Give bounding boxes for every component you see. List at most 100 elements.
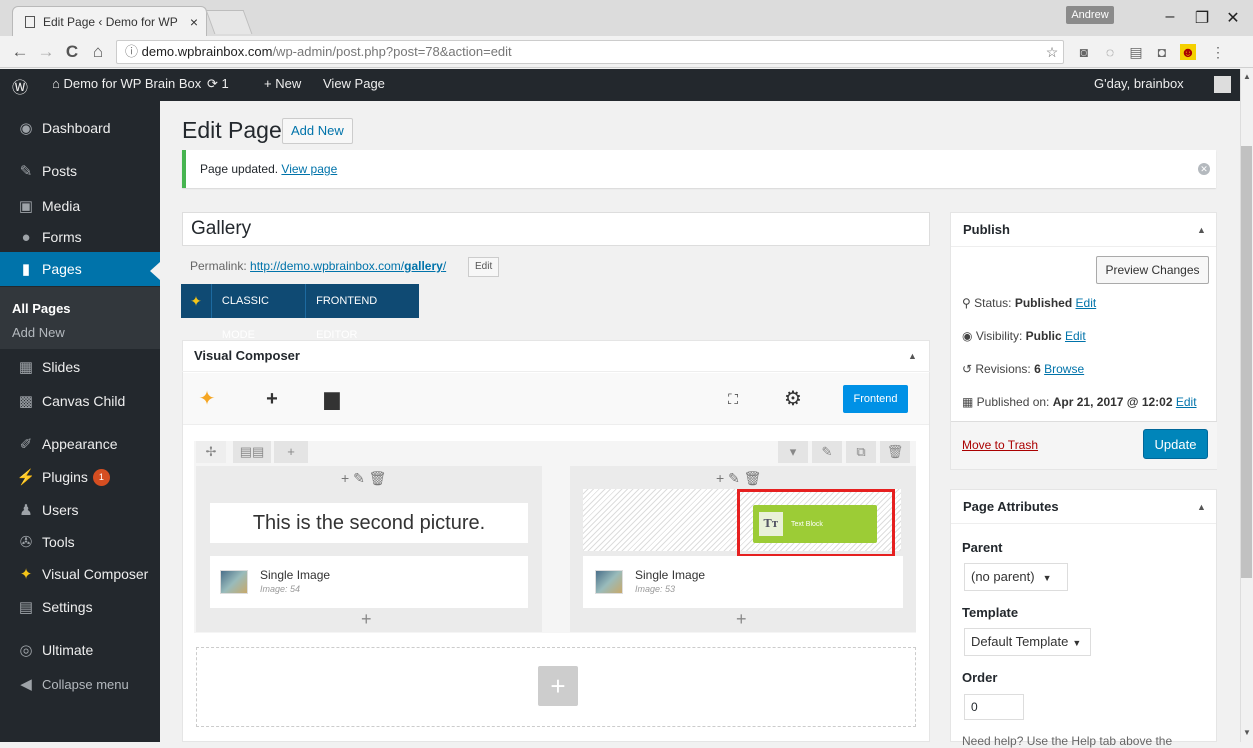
update-button[interactable]: Update bbox=[1143, 429, 1208, 459]
order-input[interactable]: 0 bbox=[964, 694, 1024, 720]
template-select[interactable]: Default Template ▼ bbox=[964, 628, 1091, 656]
profile-badge[interactable]: Andrew bbox=[1066, 6, 1114, 24]
url-field[interactable]: ⓘ demo.wpbrainbox.com/wp-admin/post.php?… bbox=[116, 40, 1064, 64]
wordpress-icon[interactable]: Ⓦ bbox=[12, 74, 28, 98]
status-edit-link[interactable]: Edit bbox=[1076, 296, 1097, 310]
collapse-caret-icon[interactable]: ▲ bbox=[1197, 490, 1206, 524]
row-layout-icon[interactable]: ▤▤ bbox=[233, 441, 271, 463]
view-page-link[interactable]: View Page bbox=[323, 76, 385, 91]
add-new-button[interactable]: Add New bbox=[282, 118, 353, 144]
sidebar-item-visual-composer[interactable]: ✦ Visual Composer bbox=[0, 557, 160, 591]
info-icon[interactable]: ⓘ bbox=[125, 44, 138, 59]
sidebar-item-pages[interactable]: ▮ Pages bbox=[0, 252, 160, 286]
add-element-icon[interactable]: + bbox=[253, 380, 291, 418]
row-clone-icon[interactable]: ⧉ bbox=[846, 441, 876, 463]
classic-mode-button[interactable]: CLASSIC MODE bbox=[210, 284, 305, 341]
template-icon[interactable]: ▆ bbox=[313, 380, 351, 418]
single-image-element[interactable]: Single Image Image: 53 bbox=[583, 556, 903, 608]
preview-changes-button[interactable]: Preview Changes bbox=[1096, 256, 1209, 284]
row-delete-icon[interactable]: 🗑 bbox=[880, 441, 910, 463]
update-notice: Page updated. View page bbox=[182, 150, 1216, 188]
sidebar-item-forms[interactable]: ● Forms bbox=[0, 220, 160, 254]
post-title-input[interactable]: Gallery bbox=[182, 212, 930, 246]
page-attributes-heading[interactable]: Page Attributes ▲ bbox=[951, 490, 1216, 524]
column-controls[interactable]: + ✎ 🗑 bbox=[341, 470, 386, 487]
row-edit-icon[interactable]: ✎ bbox=[812, 441, 842, 463]
help-text: Need help? Use the Help tab above the bbox=[962, 734, 1173, 748]
sidebar-item-plugins[interactable]: ⚡ Plugins 1 bbox=[0, 460, 160, 494]
publish-heading[interactable]: Publish ▲ bbox=[951, 213, 1216, 247]
back-icon[interactable]: ← bbox=[10, 42, 30, 62]
sidebar-item-ultimate[interactable]: ◎ Ultimate bbox=[0, 633, 160, 667]
sidebar-item-slides[interactable]: ▦ Slides bbox=[0, 350, 160, 384]
restore-icon[interactable]: ❐ bbox=[1192, 8, 1212, 28]
element-title: Single Image bbox=[635, 568, 706, 582]
updates-link[interactable]: ⟳ 1 bbox=[207, 76, 229, 92]
scroll-up-icon[interactable]: ▲ bbox=[1243, 72, 1251, 81]
plus-icon: + bbox=[264, 76, 276, 91]
submenu-add-new[interactable]: Add New bbox=[12, 325, 65, 340]
site-name-link[interactable]: ⌂ Demo for WP Brain Box bbox=[52, 76, 201, 91]
star-icon[interactable]: ☆ bbox=[1044, 44, 1060, 60]
extension-icon[interactable]: ◘ bbox=[1154, 44, 1170, 60]
sidebar-item-users[interactable]: ♟ Users bbox=[0, 493, 160, 527]
sidebar-item-canvas-child[interactable]: ▩ Canvas Child bbox=[0, 384, 160, 418]
add-to-column-icon[interactable]: + bbox=[736, 609, 747, 630]
sidebar-item-settings[interactable]: ▤ Settings bbox=[0, 590, 160, 624]
frontend-button[interactable]: Frontend bbox=[843, 385, 908, 413]
vc-metabox-heading[interactable]: Visual Composer ▲ bbox=[182, 340, 930, 372]
new-content-link[interactable]: + New bbox=[264, 76, 301, 91]
account-greeting[interactable]: G'day, brainbox bbox=[1094, 76, 1184, 91]
plugins-update-badge: 1 bbox=[92, 468, 110, 486]
move-to-trash-link[interactable]: Move to Trash bbox=[962, 438, 1038, 452]
parent-select[interactable]: (no parent) ▼ bbox=[964, 563, 1068, 591]
permalink-link[interactable]: http://demo.wpbrainbox.com/gallery/ bbox=[250, 259, 446, 273]
browse-revisions-link[interactable]: Browse bbox=[1044, 362, 1084, 376]
forward-icon[interactable]: → bbox=[36, 42, 56, 62]
settings-gear-icon[interactable]: ⚙ bbox=[774, 380, 812, 418]
settings-icon: ▤ bbox=[18, 599, 34, 616]
fullscreen-icon[interactable]: ⛶ bbox=[714, 380, 752, 418]
dismiss-icon[interactable]: ✕ bbox=[1198, 163, 1210, 175]
collapse-caret-icon[interactable]: ▲ bbox=[1197, 213, 1206, 247]
url-path: /wp-admin/post.php?post=78&action=edit bbox=[272, 44, 512, 59]
plugin-icon: ⚡ bbox=[16, 469, 36, 486]
collapse-menu-button[interactable]: ◀ Collapse menu bbox=[0, 667, 160, 701]
extension-icon[interactable]: ☻ bbox=[1180, 44, 1196, 60]
submenu-all-pages[interactable]: All Pages bbox=[12, 301, 71, 316]
row-add-column-icon[interactable]: + bbox=[274, 441, 308, 463]
scroll-down-icon[interactable]: ▼ bbox=[1243, 728, 1251, 737]
visibility-edit-link[interactable]: Edit bbox=[1065, 329, 1086, 343]
frontend-editor-button[interactable]: FRONTEND EDITOR bbox=[305, 284, 419, 341]
add-to-column-icon[interactable]: + bbox=[361, 609, 372, 630]
row-move-icon[interactable]: ✢ bbox=[196, 441, 226, 463]
scrollbar-thumb[interactable] bbox=[1241, 146, 1252, 578]
text-block-element[interactable]: This is the second picture. bbox=[210, 503, 528, 543]
tab-close-icon[interactable]: × bbox=[190, 14, 198, 30]
single-image-element[interactable]: Single Image Image: 54 bbox=[210, 556, 528, 608]
camera-icon[interactable]: ◙ bbox=[1076, 44, 1092, 60]
reload-icon[interactable]: C bbox=[62, 42, 82, 62]
browser-tab[interactable]: Edit Page ‹ Demo for WP × bbox=[12, 6, 207, 36]
extension-icon[interactable]: ◌ bbox=[1102, 44, 1118, 60]
minimize-icon[interactable]: – bbox=[1160, 8, 1180, 26]
collapse-caret-icon[interactable]: ▲ bbox=[908, 340, 917, 372]
home-icon[interactable]: ⌂ bbox=[88, 42, 108, 62]
vc-logo-icon[interactable]: ✦ bbox=[188, 380, 226, 418]
column-controls[interactable]: + ✎ 🗑 bbox=[716, 470, 761, 487]
avatar[interactable] bbox=[1214, 76, 1231, 93]
permalink-edit-button[interactable]: Edit bbox=[468, 257, 500, 277]
add-row-button[interactable]: + bbox=[538, 666, 578, 706]
sidebar-item-posts[interactable]: ✎ Posts bbox=[0, 154, 160, 188]
sidebar-item-dashboard[interactable]: ◉ Dashboard bbox=[0, 111, 160, 145]
extension-icon[interactable]: ▤ bbox=[1128, 44, 1144, 60]
sidebar-item-tools[interactable]: ✇ Tools bbox=[0, 525, 160, 559]
date-edit-link[interactable]: Edit bbox=[1176, 395, 1197, 409]
row-toggle-icon[interactable]: ▾ bbox=[778, 441, 808, 463]
menu-icon[interactable]: ⋮ bbox=[1210, 44, 1226, 60]
sidebar-item-appearance[interactable]: ✐ Appearance bbox=[0, 427, 160, 461]
media-icon: ▣ bbox=[18, 198, 34, 215]
sidebar-item-media[interactable]: ▣ Media bbox=[0, 189, 160, 223]
close-window-icon[interactable]: ✕ bbox=[1223, 8, 1243, 28]
view-page-link[interactable]: View page bbox=[281, 162, 337, 176]
